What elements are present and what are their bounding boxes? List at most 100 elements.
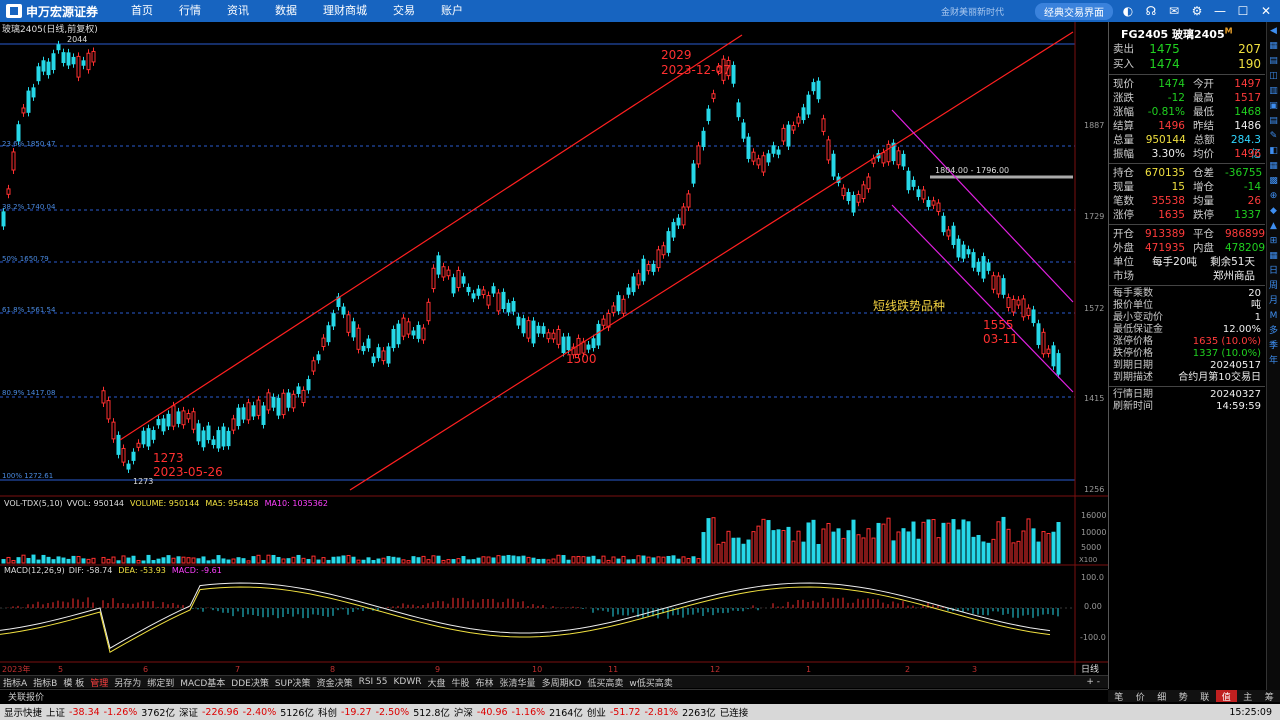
side-tab[interactable]: 值 bbox=[1215, 690, 1237, 703]
tool-icon[interactable]: ▣ bbox=[1269, 101, 1278, 111]
candle bbox=[951, 225, 956, 246]
period-tool[interactable]: 多 bbox=[1269, 326, 1278, 336]
indicator-tab[interactable]: DDE决策 bbox=[228, 676, 272, 689]
nav-home[interactable]: 首页 bbox=[118, 0, 166, 22]
maximize-icon[interactable]: ☐ bbox=[1235, 4, 1251, 18]
indicator-tab[interactable]: 资金决策 bbox=[314, 676, 356, 689]
quote-row: 振幅 3.30% 均价 1496 bbox=[1113, 148, 1262, 160]
y-tick: 1729 bbox=[1084, 212, 1104, 221]
candle bbox=[316, 354, 321, 361]
nav-wealth[interactable]: 理财商城 bbox=[310, 0, 380, 22]
tool-icon[interactable]: ▦ bbox=[1269, 251, 1278, 261]
side-tab[interactable]: 细 bbox=[1151, 690, 1173, 703]
nav-account[interactable]: 账户 bbox=[428, 0, 476, 22]
period-tool[interactable]: 日 bbox=[1269, 266, 1278, 276]
nav-quotes[interactable]: 行情 bbox=[166, 0, 214, 22]
indicator-tab[interactable]: KDWR bbox=[391, 677, 425, 687]
buy-row[interactable]: 买入 1474 190 bbox=[1109, 57, 1265, 72]
volume-bar bbox=[856, 534, 861, 564]
contract-info-row: 刷新时间 14:59:59 bbox=[1113, 401, 1261, 412]
volume-bar bbox=[241, 558, 246, 564]
candle bbox=[276, 397, 281, 416]
indicator-tab[interactable]: 大盘 bbox=[425, 676, 449, 689]
candle bbox=[981, 256, 986, 279]
indicator-tab[interactable]: 指标B bbox=[30, 676, 60, 689]
volume-bar bbox=[391, 556, 396, 564]
indicator-tab[interactable]: w低买高卖 bbox=[626, 676, 675, 689]
close-icon[interactable]: ✕ bbox=[1258, 4, 1274, 18]
period-tool[interactable]: 月 bbox=[1269, 296, 1278, 306]
zoom-buttons[interactable]: + - bbox=[1078, 677, 1108, 687]
indicator-tab[interactable]: 低买高卖 bbox=[584, 676, 626, 689]
candle bbox=[641, 258, 646, 282]
period-tool[interactable]: 周 bbox=[1269, 281, 1278, 291]
period-tool[interactable]: 季 bbox=[1269, 341, 1278, 351]
period-tool[interactable]: M bbox=[1270, 311, 1278, 321]
tool-icon[interactable]: ⊕ bbox=[1270, 191, 1278, 201]
side-tab[interactable]: 主 bbox=[1237, 690, 1259, 703]
candle bbox=[791, 125, 796, 131]
indicator-tab[interactable]: MACD基本 bbox=[177, 676, 228, 689]
side-tab[interactable]: 笔 bbox=[1108, 690, 1130, 703]
theme-icon[interactable]: ◐ bbox=[1120, 4, 1136, 18]
volume-bar bbox=[881, 523, 886, 564]
tool-icon[interactable]: ▦ bbox=[1269, 41, 1278, 51]
settings-icon[interactable]: ⚙ bbox=[1189, 4, 1205, 18]
volume-bar bbox=[191, 557, 196, 564]
indicator-tab[interactable]: 多周期KD bbox=[539, 676, 585, 689]
indicator-tab[interactable]: SUP决策 bbox=[272, 676, 314, 689]
candle bbox=[916, 189, 921, 198]
candle bbox=[1006, 297, 1011, 308]
indicator-tab[interactable]: 绑定到 bbox=[144, 676, 177, 689]
status-item: 显示快捷 bbox=[4, 708, 43, 719]
sell-row[interactable]: 卖出 1475 207 bbox=[1109, 42, 1265, 57]
related-quotes[interactable]: 关联报价 bbox=[0, 689, 1108, 703]
tool-icon[interactable]: ◆ bbox=[1270, 206, 1277, 216]
indicator-tab[interactable]: 指标A bbox=[0, 676, 30, 689]
tool-icon[interactable]: ▤ bbox=[1269, 116, 1278, 126]
volume-bar bbox=[41, 554, 46, 564]
side-tab[interactable]: 势 bbox=[1173, 690, 1195, 703]
candle bbox=[976, 261, 981, 272]
candle bbox=[361, 345, 366, 352]
tool-icon[interactable]: ▤ bbox=[1269, 56, 1278, 66]
volume-bar bbox=[261, 559, 266, 564]
tool-icon[interactable]: ◀ bbox=[1270, 26, 1277, 36]
tool-icon[interactable]: ✎ bbox=[1270, 131, 1278, 141]
candle bbox=[386, 346, 391, 364]
side-tab[interactable]: 联 bbox=[1194, 690, 1216, 703]
indicator-tab[interactable]: 模 板 bbox=[60, 676, 87, 689]
contract-info-row: 行情日期 20240327 bbox=[1113, 389, 1261, 400]
indicator-tab[interactable]: 布林 bbox=[473, 676, 497, 689]
indicator-tab[interactable]: RSI 55 bbox=[356, 677, 391, 687]
mail-icon[interactable]: ✉ bbox=[1166, 4, 1182, 18]
volume-bar bbox=[386, 556, 391, 564]
tool-icon[interactable]: ▦ bbox=[1269, 161, 1278, 171]
side-tab[interactable]: 价 bbox=[1130, 690, 1152, 703]
nav-news[interactable]: 资讯 bbox=[214, 0, 262, 22]
status-item: -1.26% bbox=[103, 706, 138, 718]
volume-bar bbox=[111, 556, 116, 564]
indicator-tab[interactable]: 另存为 bbox=[111, 676, 144, 689]
nav-data[interactable]: 数据 bbox=[262, 0, 310, 22]
minimize-icon[interactable]: — bbox=[1212, 4, 1228, 18]
indicator-tab[interactable]: 张清华量 bbox=[497, 676, 539, 689]
kline-chart[interactable]: 玻璃2405(日线,前复权) 2044 1273 23.6% 1850.47 3… bbox=[0, 22, 1108, 682]
contract-info-row: 每手乘数 20 bbox=[1113, 288, 1261, 299]
candle bbox=[661, 245, 666, 256]
indicator-tab[interactable]: 牛股 bbox=[449, 676, 473, 689]
candle bbox=[866, 176, 871, 190]
headset-icon[interactable]: ☊ bbox=[1143, 4, 1159, 18]
tool-icon[interactable]: ▩ bbox=[1269, 176, 1278, 186]
nav-trade[interactable]: 交易 bbox=[380, 0, 428, 22]
side-tab[interactable]: 筹 bbox=[1259, 690, 1280, 703]
classic-trade-button[interactable]: 经典交易界面 bbox=[1035, 2, 1113, 20]
tool-icon[interactable]: ▲ bbox=[1270, 221, 1277, 231]
tool-icon[interactable]: ⊞ bbox=[1270, 236, 1278, 246]
indicator-tab[interactable]: 管理 bbox=[87, 676, 111, 689]
period-tool[interactable]: 年 bbox=[1269, 356, 1278, 366]
tool-icon[interactable]: ▥ bbox=[1269, 86, 1278, 96]
tool-icon[interactable]: ◧ bbox=[1269, 146, 1278, 156]
tool-icon[interactable]: ◫ bbox=[1269, 71, 1278, 81]
candle bbox=[506, 302, 511, 313]
